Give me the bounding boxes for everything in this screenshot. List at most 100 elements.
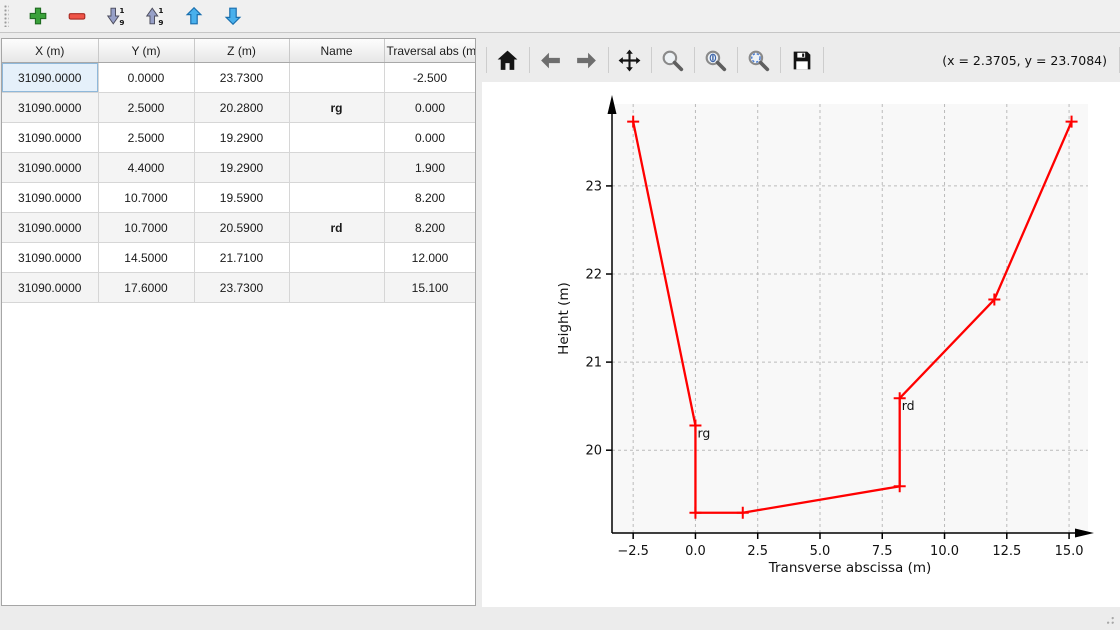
points-table-panel: X (m)Y (m)Z (m)NameTraversal abs (m) 310…	[1, 38, 476, 606]
table-cell[interactable]	[289, 183, 384, 213]
table-cell[interactable]: 31090.0000	[2, 153, 98, 183]
zoom-select-button[interactable]	[744, 45, 774, 75]
back-button[interactable]	[536, 45, 566, 75]
svg-text:1: 1	[158, 6, 163, 15]
table-cell[interactable]: 31090.0000	[2, 273, 98, 303]
table-cell[interactable]: 10.7000	[98, 183, 194, 213]
table-cell[interactable]	[289, 243, 384, 273]
table-cell[interactable]	[289, 63, 384, 93]
table-cell[interactable]: 19.2900	[194, 153, 289, 183]
arrow-right-icon	[574, 48, 600, 73]
table-cell[interactable]: 31090.0000	[2, 63, 98, 93]
remove-point-button[interactable]	[65, 3, 91, 29]
arrow-up-icon	[183, 5, 207, 27]
column-header-2[interactable]: Z (m)	[194, 39, 289, 63]
table-row: 31090.000017.600023.7300 15.100	[2, 273, 476, 303]
floppy-disk-icon	[789, 48, 815, 73]
edit-toolbar: 1 9 1 9	[0, 0, 1120, 33]
table-cell[interactable]: 14.5000	[98, 243, 194, 273]
table-row: 31090.00000.000023.7300 -2.500	[2, 63, 476, 93]
table-cell[interactable]: 8.200	[384, 183, 476, 213]
magnifier-icon	[660, 48, 686, 73]
table-cell[interactable]: 10.7000	[98, 213, 194, 243]
table-cell[interactable]: 31090.0000	[2, 213, 98, 243]
table-cell[interactable]	[289, 123, 384, 153]
move-row-up-button[interactable]	[182, 3, 208, 29]
table-cell[interactable]	[289, 273, 384, 303]
table-cell[interactable]: 12.000	[384, 243, 476, 273]
save-figure-button[interactable]	[787, 45, 817, 75]
table-cell[interactable]: -2.500	[384, 63, 476, 93]
table-cell[interactable]: 15.100	[384, 273, 476, 303]
table-cell[interactable]: 2.5000	[98, 123, 194, 153]
move-cross-icon	[617, 48, 643, 73]
table-cell[interactable]: 0.000	[384, 93, 476, 123]
x-tick-label: 2.5	[747, 544, 768, 559]
toolbar-separator	[651, 47, 652, 73]
x-tick-label: 7.5	[872, 544, 893, 559]
move-row-down-button[interactable]	[221, 3, 247, 29]
x-axis-label: Transverse abscissa (m)	[768, 560, 932, 576]
plot-area-background	[612, 104, 1088, 533]
table-cell[interactable]: 21.7100	[194, 243, 289, 273]
pan-button[interactable]	[615, 45, 645, 75]
table-cell[interactable]: rd	[289, 213, 384, 243]
resize-grip-icon[interactable]	[1102, 612, 1116, 626]
table-cell[interactable]: 8.200	[384, 213, 476, 243]
table-cell[interactable]: 31090.0000	[2, 123, 98, 153]
magnifier-1-icon	[703, 48, 729, 73]
table-cell[interactable]: 2.5000	[98, 93, 194, 123]
cross-section-plot-canvas[interactable]: −2.50.02.55.07.510.012.515.020212223Tran…	[482, 82, 1120, 607]
table-cell[interactable]: 0.0000	[98, 63, 194, 93]
add-point-button[interactable]	[26, 3, 52, 29]
home-icon	[495, 48, 521, 73]
table-cell[interactable]	[289, 153, 384, 183]
sort-up-1-9-icon: 1 9	[144, 5, 168, 27]
y-tick-label: 22	[585, 268, 602, 283]
table-cell[interactable]: 20.5900	[194, 213, 289, 243]
table-cell[interactable]: 31090.0000	[2, 183, 98, 213]
forward-button[interactable]	[572, 45, 602, 75]
table-cell[interactable]: 4.4000	[98, 153, 194, 183]
column-header-0[interactable]: X (m)	[2, 39, 98, 63]
zoom-one-button[interactable]	[701, 45, 731, 75]
home-button[interactable]	[493, 45, 523, 75]
toolbar-separator	[529, 47, 530, 73]
x-tick-label: 5.0	[810, 544, 831, 559]
table-cell[interactable]: 31090.0000	[2, 93, 98, 123]
table-cell[interactable]: 1.900	[384, 153, 476, 183]
table-cell[interactable]: 23.7300	[194, 273, 289, 303]
table-cell[interactable]: 0.000	[384, 123, 476, 153]
plot-navigation-toolbar: (x = 2.3705, y = 23.7084)	[482, 38, 1120, 82]
table-cell[interactable]: 17.6000	[98, 273, 194, 303]
column-header-1[interactable]: Y (m)	[98, 39, 194, 63]
x-tick-label: 10.0	[930, 544, 959, 559]
y-axis-label: Height (m)	[556, 282, 572, 355]
cursor-coordinates-readout: (x = 2.3705, y = 23.7084)	[942, 53, 1113, 68]
table-row: 31090.00004.400019.2900 1.900	[2, 153, 476, 183]
toolbar-drag-handle[interactable]	[4, 5, 9, 27]
sort-ascending-button[interactable]: 1 9	[104, 3, 130, 29]
table-cell[interactable]: rg	[289, 93, 384, 123]
sort-down-1-9-icon: 1 9	[105, 5, 129, 27]
x-tick-label: 0.0	[685, 544, 706, 559]
toolbar-separator	[608, 47, 609, 73]
table-cell[interactable]: 31090.0000	[2, 243, 98, 273]
sort-descending-button[interactable]: 1 9	[143, 3, 169, 29]
zoom-button[interactable]	[658, 45, 688, 75]
magnifier-select-icon	[746, 48, 772, 73]
minus-icon	[66, 5, 90, 27]
table-cell[interactable]: 19.5900	[194, 183, 289, 213]
point-annotation: rd	[902, 398, 915, 413]
points-table: X (m)Y (m)Z (m)NameTraversal abs (m) 310…	[2, 39, 476, 303]
toolbar-separator	[694, 47, 695, 73]
table-cell[interactable]: 20.2800	[194, 93, 289, 123]
column-header-4[interactable]: Traversal abs (m)	[384, 39, 476, 63]
column-header-3[interactable]: Name	[289, 39, 384, 63]
x-tick-label: −2.5	[617, 544, 649, 559]
arrow-down-icon	[222, 5, 246, 27]
table-cell[interactable]: 19.2900	[194, 123, 289, 153]
table-row: 31090.000010.700020.5900rd8.200	[2, 213, 476, 243]
x-tick-label: 12.5	[992, 544, 1021, 559]
table-cell[interactable]: 23.7300	[194, 63, 289, 93]
